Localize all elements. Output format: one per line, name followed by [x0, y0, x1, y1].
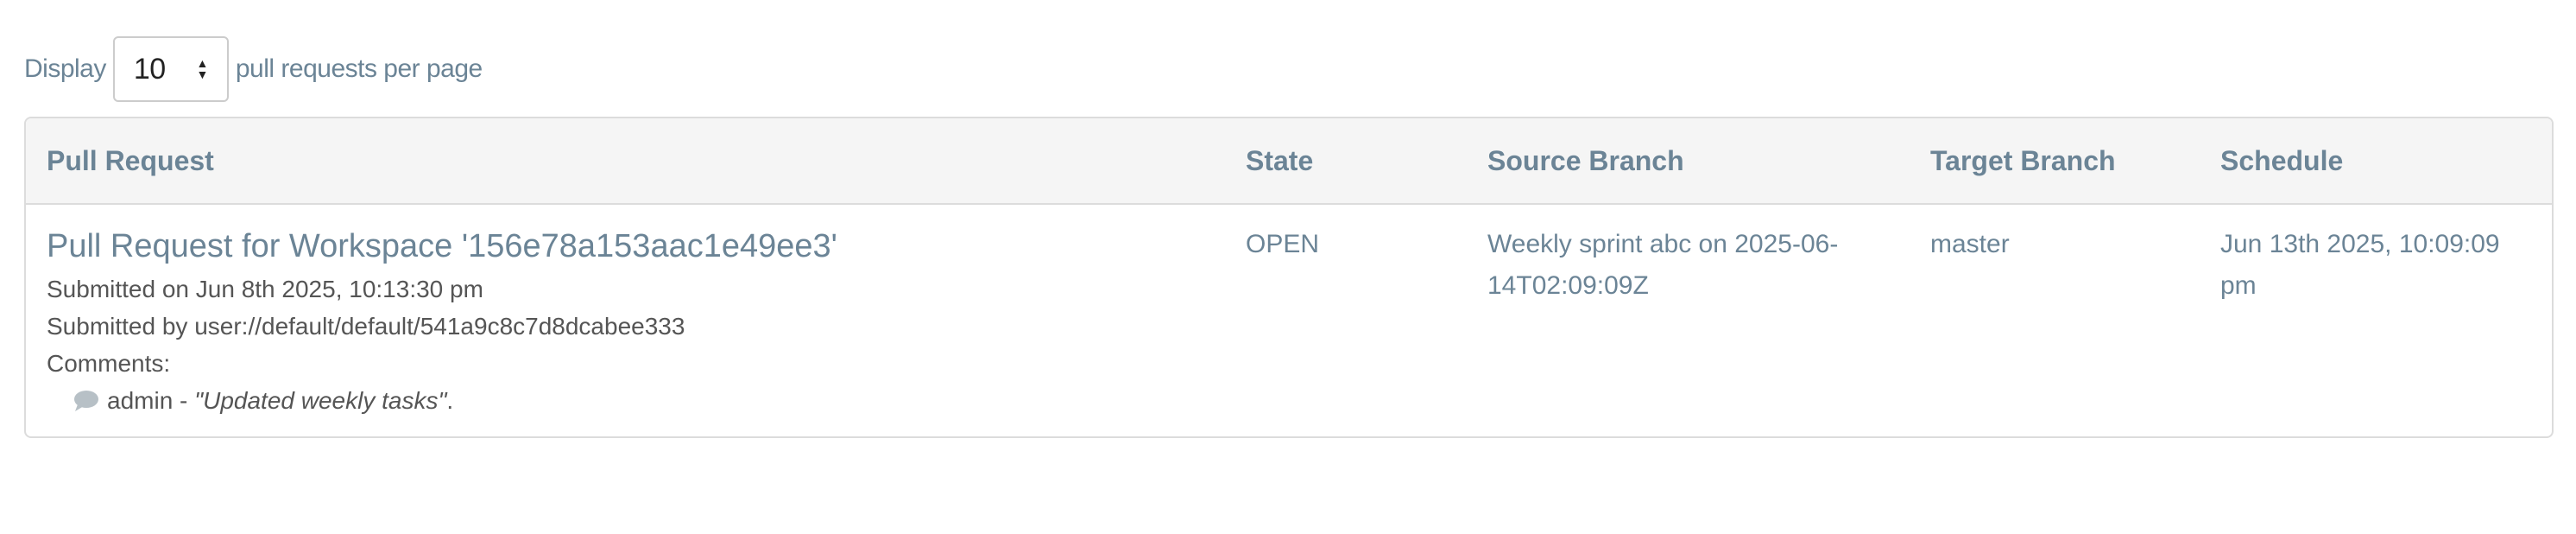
comment-item: admin - "Updated weekly tasks" . — [47, 382, 1221, 419]
state-cell: OPEN — [1246, 230, 1320, 258]
comment-text: "Updated weekly tasks" — [194, 387, 447, 414]
per-page-value: 10 — [133, 52, 166, 86]
table-row: Pull Request for Workspace '156e78a153aa… — [26, 205, 2552, 436]
comment-author: admin — [107, 387, 174, 414]
per-page-prefix: Display — [24, 54, 106, 83]
table-header: Pull Request State Source Branch Target … — [26, 118, 2552, 205]
header-schedule[interactable]: Schedule — [2220, 118, 2343, 203]
comment-end: . — [446, 387, 454, 414]
header-state[interactable]: State — [1246, 118, 1313, 203]
speech-bubble-icon — [74, 390, 98, 411]
schedule-cell: Jun 13th 2025, 10:09:09 pm — [2220, 230, 2500, 300]
source-branch-cell: Weekly sprint abc on 2025-06-14T02:09:09… — [1487, 230, 1839, 300]
pull-requests-table: Pull Request State Source Branch Target … — [24, 117, 2554, 438]
per-page-control: Display 10 ▲ ▼ pull requests per page — [24, 36, 483, 102]
sort-arrows-icon: ▲ ▼ — [196, 56, 209, 81]
submitted-by: Submitted by user://default/default/541a… — [47, 313, 685, 340]
pull-request-title-link[interactable]: Pull Request for Workspace '156e78a153aa… — [47, 224, 1221, 269]
per-page-suffix: pull requests per page — [235, 54, 483, 83]
page: Display 10 ▲ ▼ pull requests per page Pul… — [0, 0, 2576, 534]
header-target-branch[interactable]: Target Branch — [1930, 118, 2116, 203]
header-pull-request[interactable]: Pull Request — [47, 118, 214, 203]
submitted-on: Submitted on Jun 8th 2025, 10:13:30 pm — [47, 276, 483, 302]
comments-label: Comments: — [47, 350, 171, 377]
per-page-select[interactable]: 10 ▲ ▼ — [112, 36, 229, 102]
pull-request-cell: Pull Request for Workspace '156e78a153aa… — [47, 224, 1221, 419]
header-source-branch[interactable]: Source Branch — [1487, 118, 1684, 203]
comment-separator: - — [173, 387, 195, 414]
target-branch-cell: master — [1930, 230, 2010, 258]
